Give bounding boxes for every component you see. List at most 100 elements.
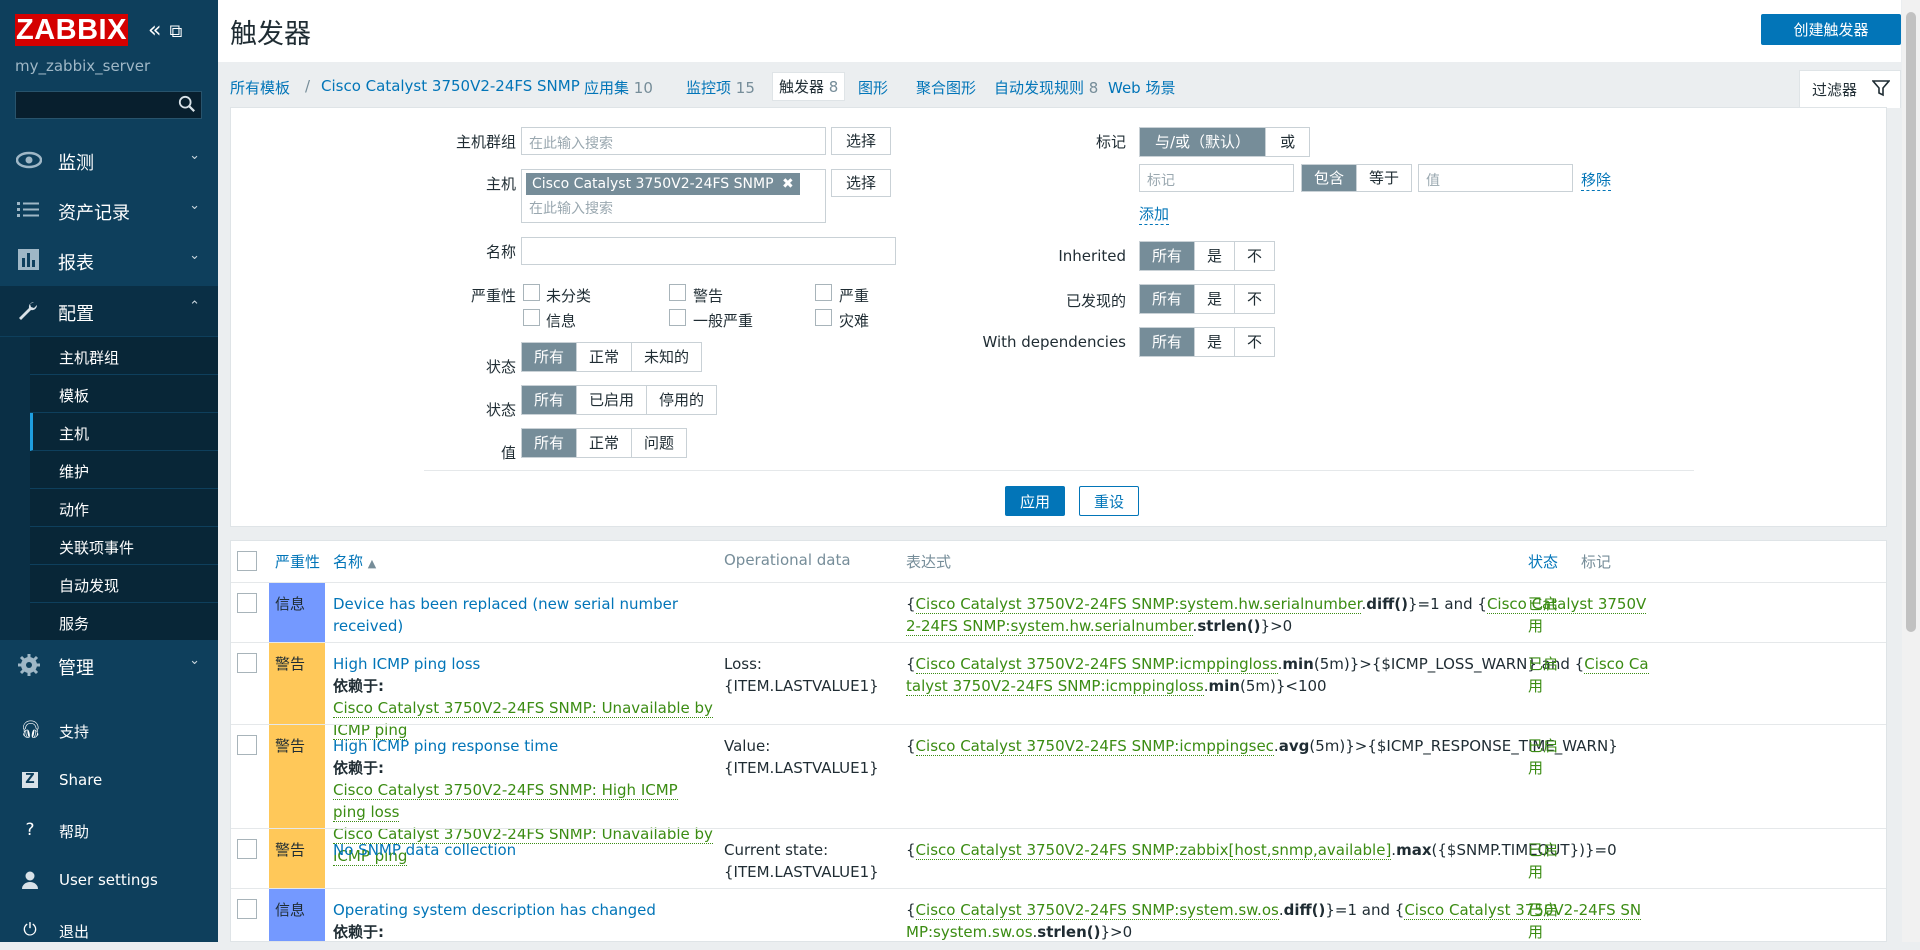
value-option-ok[interactable]: 正常: [577, 429, 633, 457]
zabbix-logo[interactable]: ZABBIX: [15, 14, 128, 46]
create-trigger-button[interactable]: 创建触发器: [1761, 14, 1901, 45]
apply-button[interactable]: 应用: [1005, 486, 1065, 516]
menu-configuration[interactable]: 配置 ⌃: [0, 286, 218, 336]
menu-monitoring[interactable]: 监测 ⌄: [0, 135, 218, 185]
row-checkbox[interactable]: [237, 593, 257, 613]
host-search-placeholder[interactable]: 在此输入搜索: [529, 198, 613, 218]
status-option-disabled[interactable]: 停用的: [647, 386, 717, 414]
state-option-normal[interactable]: 正常: [577, 343, 633, 371]
tag-name-input[interactable]: 标记: [1139, 164, 1294, 192]
page-scrollbar[interactable]: [1902, 0, 1920, 942]
tag-op-contains[interactable]: 包含: [1302, 165, 1358, 191]
inherited-option-yes[interactable]: 是: [1195, 242, 1236, 270]
tags-mode-and-or[interactable]: 与/或（默认）: [1140, 128, 1267, 156]
collapse-sidebar-icon[interactable]: «: [148, 18, 161, 43]
value-option-problem[interactable]: 问题: [632, 429, 687, 457]
submenu-event-correlation[interactable]: 关联项事件: [30, 527, 218, 565]
status-link[interactable]: 已启用: [1528, 593, 1564, 637]
add-tag-link[interactable]: 添加: [1139, 203, 1170, 225]
tab-graphs[interactable]: 图形: [858, 77, 888, 98]
status-link[interactable]: 已启用: [1528, 653, 1564, 697]
row-checkbox[interactable]: [237, 839, 257, 859]
submenu-services[interactable]: 服务: [30, 603, 218, 641]
sign-out-link[interactable]: ⏻ 退出: [0, 910, 218, 950]
host-group-input[interactable]: 在此输入搜索: [521, 127, 826, 155]
tags-mode-or[interactable]: 或: [1266, 128, 1310, 156]
tag-value-input[interactable]: 值: [1418, 164, 1573, 192]
menu-administration[interactable]: 管理 ⌄: [0, 640, 218, 690]
dependency-link[interactable]: Cisco Catalyst 3750V2-24FS SNMP: High IC…: [333, 781, 678, 822]
support-link[interactable]: 🎧︎ 支持: [0, 710, 218, 750]
column-header-name[interactable]: 名称 ▲: [333, 551, 376, 572]
host-multiselect[interactable]: Cisco Catalyst 3750V2-24FS SNMP ✖ 在此输入搜索: [521, 169, 826, 223]
menu-reports[interactable]: 报表 ⌄: [0, 235, 218, 285]
severity-checkbox-not-classified[interactable]: [523, 284, 540, 301]
share-link[interactable]: Z Share: [0, 760, 218, 800]
select-all-checkbox[interactable]: [237, 551, 257, 571]
row-checkbox[interactable]: [237, 653, 257, 673]
user-settings-link[interactable]: User settings: [0, 860, 218, 900]
name-input[interactable]: [521, 237, 896, 265]
host-group-select-button[interactable]: 选择: [831, 127, 891, 155]
submenu-hosts[interactable]: 主机: [30, 413, 218, 451]
menu-inventory[interactable]: 资产记录 ⌄: [0, 185, 218, 235]
discovered-option-no[interactable]: 不: [1235, 285, 1275, 313]
expr-item-link[interactable]: Cisco Catalyst 3750V2-24FS SNMP:zabbix[h…: [915, 841, 1392, 860]
deps-option-no[interactable]: 不: [1235, 328, 1275, 356]
deps-option-yes[interactable]: 是: [1195, 328, 1236, 356]
expr-item-link[interactable]: Cisco Catalyst 3750V2-24FS SNMP:icmpping…: [915, 737, 1274, 756]
host-select-button[interactable]: 选择: [831, 169, 891, 197]
tab-items[interactable]: 监控项 15: [686, 77, 755, 98]
scrollbar-thumb[interactable]: [1906, 12, 1916, 632]
submenu-discovery[interactable]: 自动发现: [30, 565, 218, 603]
trigger-name-link[interactable]: High ICMP ping response time: [333, 737, 558, 755]
remove-tag-link[interactable]: 移除: [1581, 169, 1612, 191]
submenu-actions[interactable]: 动作: [30, 489, 218, 527]
status-option-all[interactable]: 所有: [522, 386, 578, 414]
deps-option-all[interactable]: 所有: [1140, 328, 1196, 356]
trigger-name-link[interactable]: No SNMP data collection: [333, 841, 516, 859]
submenu-templates[interactable]: 模板: [30, 375, 218, 413]
column-header-severity[interactable]: 严重性: [275, 551, 320, 572]
submenu-maintenance[interactable]: 维护: [30, 451, 218, 489]
breadcrumb-all-templates[interactable]: 所有模板: [230, 77, 290, 98]
tab-triggers[interactable]: 触发器 8: [772, 72, 846, 101]
severity-checkbox-high[interactable]: [815, 284, 832, 301]
tab-discovery-rules[interactable]: 自动发现规则 8: [994, 77, 1098, 98]
status-link[interactable]: 已启用: [1528, 839, 1564, 883]
tab-web-scenarios[interactable]: Web 场景: [1108, 77, 1175, 98]
help-link[interactable]: ? 帮助: [0, 810, 218, 850]
submenu-host-groups[interactable]: 主机群组: [30, 337, 218, 375]
tab-screens[interactable]: 聚合图形: [916, 77, 976, 98]
reset-button[interactable]: 重设: [1079, 486, 1139, 516]
value-option-all[interactable]: 所有: [522, 429, 578, 457]
state-option-unknown[interactable]: 未知的: [632, 343, 702, 371]
severity-checkbox-average[interactable]: [669, 309, 686, 326]
status-option-enabled[interactable]: 已启用: [577, 386, 648, 414]
expr-item-link[interactable]: Cisco Catalyst 3750V2-24FS SNMP:system.s…: [915, 901, 1279, 920]
inherited-option-no[interactable]: 不: [1235, 242, 1275, 270]
severity-checkbox-warning[interactable]: [669, 284, 686, 301]
tag-op-equals[interactable]: 等于: [1357, 165, 1412, 191]
breadcrumb-host[interactable]: Cisco Catalyst 3750V2-24FS SNMP: [321, 77, 580, 95]
trigger-name-link[interactable]: Operating system description has changed: [333, 901, 656, 919]
severity-checkbox-information[interactable]: [523, 309, 540, 326]
severity-checkbox-disaster[interactable]: [815, 309, 832, 326]
status-link[interactable]: 已启用: [1528, 899, 1564, 941]
column-header-status[interactable]: 状态: [1528, 551, 1558, 572]
filter-tab[interactable]: 过滤器: [1799, 70, 1901, 108]
kiosk-mode-icon[interactable]: ⧉: [169, 21, 182, 42]
remove-tag-icon[interactable]: ✖: [782, 176, 794, 192]
row-checkbox[interactable]: [237, 735, 257, 755]
inherited-option-all[interactable]: 所有: [1140, 242, 1196, 270]
trigger-name-link[interactable]: Device has been replaced (new serial num…: [333, 595, 678, 635]
search-icon[interactable]: [178, 95, 196, 113]
discovered-option-all[interactable]: 所有: [1140, 285, 1196, 313]
sidebar-search-input[interactable]: [15, 91, 202, 119]
trigger-name-link[interactable]: High ICMP ping loss: [333, 655, 480, 673]
tab-applications[interactable]: 应用集 10: [584, 77, 653, 98]
status-link[interactable]: 已启用: [1528, 735, 1564, 779]
state-option-all[interactable]: 所有: [522, 343, 578, 371]
expr-item-link[interactable]: Cisco Catalyst 3750V2-24FS SNMP:system.h…: [915, 595, 1362, 614]
row-checkbox[interactable]: [237, 899, 257, 919]
